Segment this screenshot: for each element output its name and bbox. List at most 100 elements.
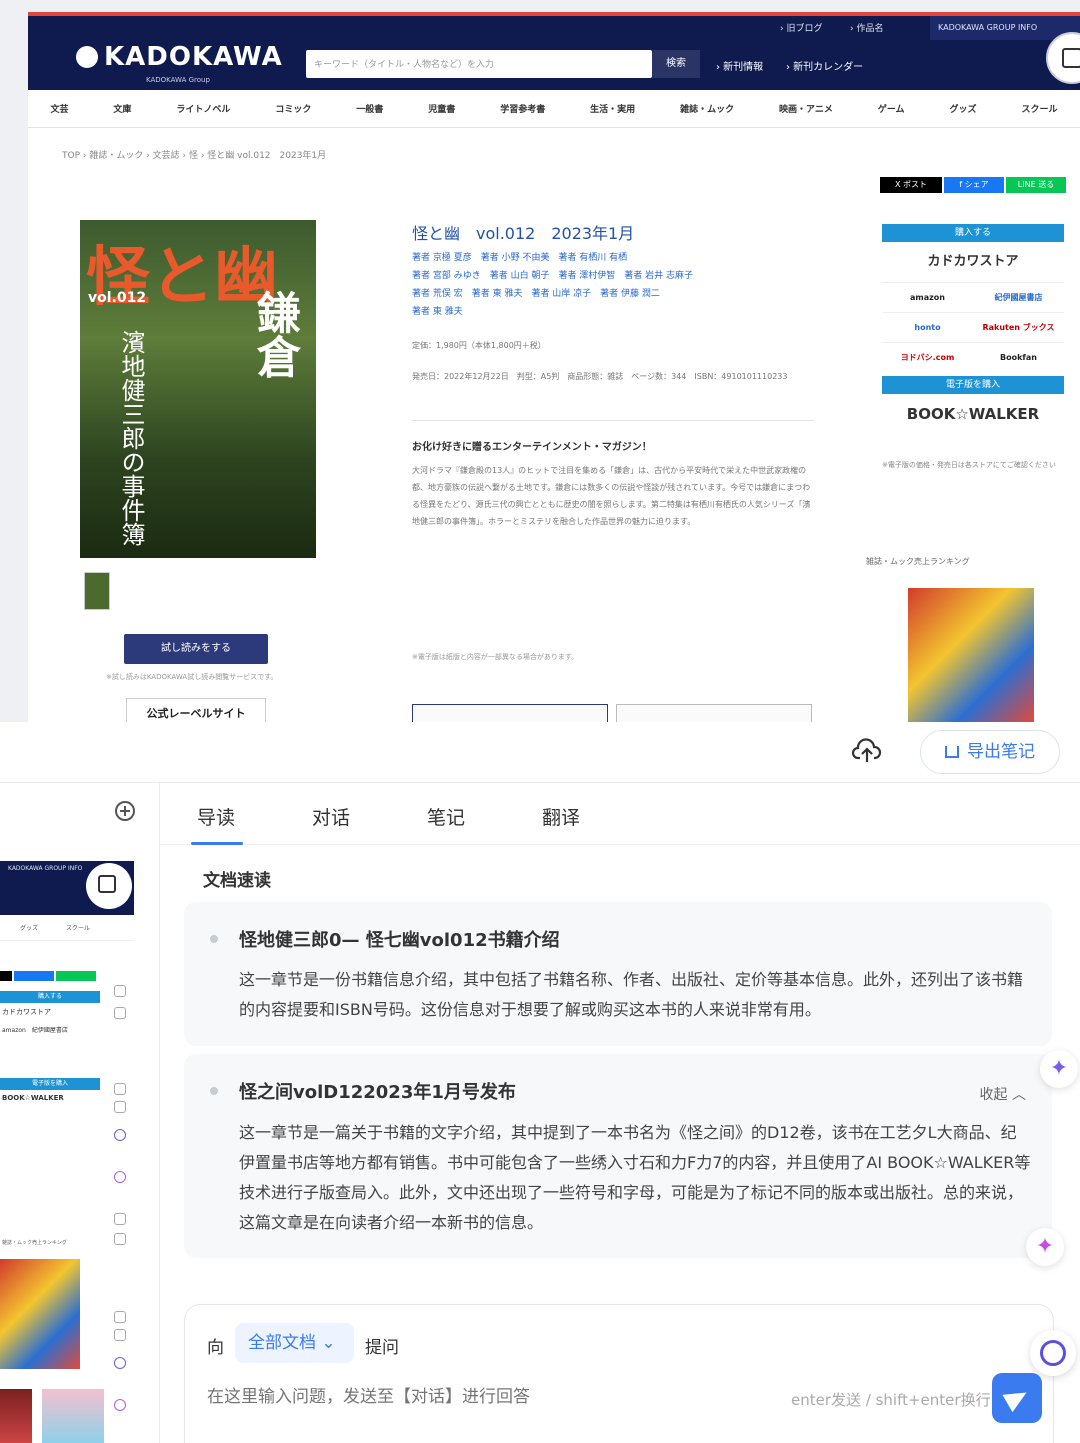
bot-icon[interactable] [114,1357,126,1369]
copy-icon[interactable] [114,985,126,997]
summary-card-body: 这一章节是一篇关于书籍的文字介绍，其中提到了一本书名为《怪之间》的D12卷，该书… [239,1123,1031,1232]
kadokawa-nav-item[interactable]: 雑誌・ムック [680,102,734,115]
mini-share-line [56,971,96,981]
kadokawa-headlink[interactable]: › 新刊カレンダー [786,58,863,73]
mini-buy-heading: 購入する [0,991,100,1003]
palette-icon[interactable] [114,1399,126,1411]
book-authors[interactable]: 著者 荒俣 宏 著者 東 雅夫 著者 山岸 凉子 著者 伊藤 潤二 [412,286,660,299]
tab-chat[interactable]: 对话 [312,803,350,830]
kadokawa-nav-item[interactable]: コミック [275,102,311,115]
book-authors[interactable]: 著者 京極 夏彦 著者 小野 不由美 著者 有栖川 有栖 [412,250,627,263]
kadokawa-nav-item[interactable]: ライトノベル [176,102,230,115]
mini-ranking-image [0,1389,32,1443]
summary-card: 怪地健三郎0— 怪七幽vol012书籍介绍 这一章节是一份书籍信息介绍，其中包括… [184,902,1052,1046]
thumbnail-column: KADOKAWA GROUP INFO グッズ スクール 購入する カドカワスト… [0,783,160,1443]
export-notes-button[interactable]: 导出笔记 [920,730,1060,774]
page-thumbnail[interactable]: KADOKAWA GROUP INFO グッズ スクール 購入する カドカワスト… [0,861,134,1443]
upload-icon[interactable] [852,738,882,764]
kadokawa-toplink[interactable]: › 旧ブログ [780,21,822,34]
ai-sparkle-icon[interactable]: ✦ [1040,1050,1078,1088]
ebook-heading: 電子版を購入 [882,376,1064,394]
share-facebook-button[interactable]: f シェア [944,177,1004,193]
scope-dropdown[interactable]: 全部文档 ⌄ [235,1323,354,1363]
mini-nav: グッズ スクール [0,915,134,941]
reader-icon [98,875,116,893]
assistant-icon[interactable] [1030,1330,1076,1376]
kadokawa-search-button[interactable]: 検索 [652,50,700,78]
tab-translate[interactable]: 翻译 [542,803,580,830]
store-bookwalker[interactable]: BOOK☆WALKER [882,394,1064,434]
store-link[interactable]: 紀伊國屋書店 [973,282,1064,312]
ebook-note: ※電子版の価格・発売日は各ストアにてご確認ください [882,461,1056,469]
kadokawa-nav-item[interactable]: 映画・アニメ [779,102,833,115]
mini-nav-item: スクール [66,925,91,932]
book-authors[interactable]: 著者 東 雅夫 [412,304,463,317]
reader-icon [1062,48,1080,68]
book-title: 怪と幽 vol.012 2023年1月 [412,224,635,243]
add-icon[interactable] [115,801,135,821]
mini-ebook-heading: 電子版を購入 [0,1078,100,1090]
collapse-button[interactable]: 收起 ︿ [980,1084,1026,1104]
cover-feature: 鎌倉 [249,290,300,378]
kadokawa-nav-item[interactable]: 児童書 [428,102,455,115]
send-icon [1002,1383,1032,1413]
book-cover-image[interactable]: 怪と幽 vol.012 鎌倉 濱地健三郎の事件簿 [80,220,316,558]
mini-ranking-image [0,1259,80,1369]
summary-card-body: 这一章节是一份书籍信息介绍，其中包括了书籍名称、作者、出版社、定价等基本信息。此… [239,970,1024,1019]
cover-thumbnail[interactable] [84,572,110,610]
book-copy-heading: お化け好きに贈るエンターテインメント・マガジン！ [412,442,652,453]
kadokawa-nav-item[interactable]: グッズ [949,102,976,115]
kadokawa-nav-item[interactable]: 生活・実用 [590,102,635,115]
kadokawa-nav-item[interactable]: 一般書 [356,102,383,115]
export-icon [945,746,959,758]
translate-icon[interactable] [114,1101,126,1113]
ai-sparkle-icon[interactable]: ✦ [1026,1228,1064,1266]
bot-icon[interactable] [114,1129,126,1141]
kadokawa-nav-item[interactable]: 文庫 [113,102,131,115]
tab-notes[interactable]: 笔记 [427,803,465,830]
store-link[interactable]: amazon [882,282,973,312]
summary-card-title: 怪地健三郎0— 怪七幽vol012书籍介绍 [239,930,560,951]
pin-icon[interactable] [114,1083,126,1095]
ranking-heading: 雑誌・ムック売上ランキング [866,557,970,566]
kadokawa-nav-item[interactable]: スクール [1021,102,1057,115]
send-button[interactable] [992,1373,1042,1423]
share-x-button[interactable]: X ポスト [880,177,942,193]
store-link[interactable]: Rakuten ブックス [973,312,1064,342]
mini-group-info: KADOKAWA GROUP INFO [8,865,83,872]
mini-stores: amazon 紀伊國屋書店 [2,1027,68,1034]
palette-icon[interactable] [114,1171,126,1183]
ranking-cover-image[interactable] [908,588,1034,722]
pin-icon[interactable] [114,1311,126,1323]
tab-guide[interactable]: 导读 [197,803,235,830]
sparkle-icon[interactable] [114,1233,126,1245]
translate-icon[interactable] [114,1329,126,1341]
question-input[interactable] [207,1387,767,1407]
copy-icon[interactable] [114,1213,126,1225]
kadokawa-nav-item[interactable]: 学習参考書 [500,102,545,115]
kadokawa-nav-item[interactable]: ゲーム [878,102,905,115]
store-link[interactable]: ヨドバシ.com [882,342,973,372]
store-kadokawa[interactable]: カドカワストア [882,242,1064,282]
kadokawa-headlink[interactable]: › 新刊情報 [716,58,763,73]
store-link[interactable]: honto [882,312,973,342]
sparkle-icon[interactable] [114,1007,126,1019]
kadokawa-page: KADOKAWA KADOKAWA Group キーワード（タイトル・人物名など… [28,12,1080,722]
official-site-link[interactable]: 公式レーベルサイト [126,698,266,722]
kadokawa-toplink[interactable]: › 作品名 [850,21,883,34]
share-line-button[interactable]: LINE 送る [1006,177,1066,193]
kadokawa-breadcrumb: TOP › 雑誌・ムック › 文芸誌 › 怪 › 怪と幽 vol.012 202… [62,151,327,161]
store-link[interactable]: Bookfan [973,342,1064,372]
book-authors[interactable]: 著者 宮部 みゆき 著者 山白 朝子 著者 澤村伊智 著者 岩井 志麻子 [412,268,693,281]
trial-read-button[interactable]: 試し読みをする [124,634,268,664]
document-preview[interactable]: KADOKAWA KADOKAWA Group キーワード（タイトル・人物名など… [0,0,1080,722]
detail-tab[interactable] [412,704,608,722]
kadokawa-search-input[interactable]: キーワード（タイトル・人物名など）を入力 [306,50,652,78]
book-description-note: ※電子版は紙版と内容が一部異なる場合があります。 [412,653,579,661]
kadokawa-nav-item[interactable]: 文芸 [50,102,68,115]
buy-heading: 購入する [882,224,1064,242]
detail-tab[interactable] [616,704,812,722]
mini-reader-button[interactable] [86,863,132,909]
summary-card-title: 怪之间volD122023年1月号发布 [239,1082,516,1103]
mini-store: カドカワストア [2,1008,51,1016]
